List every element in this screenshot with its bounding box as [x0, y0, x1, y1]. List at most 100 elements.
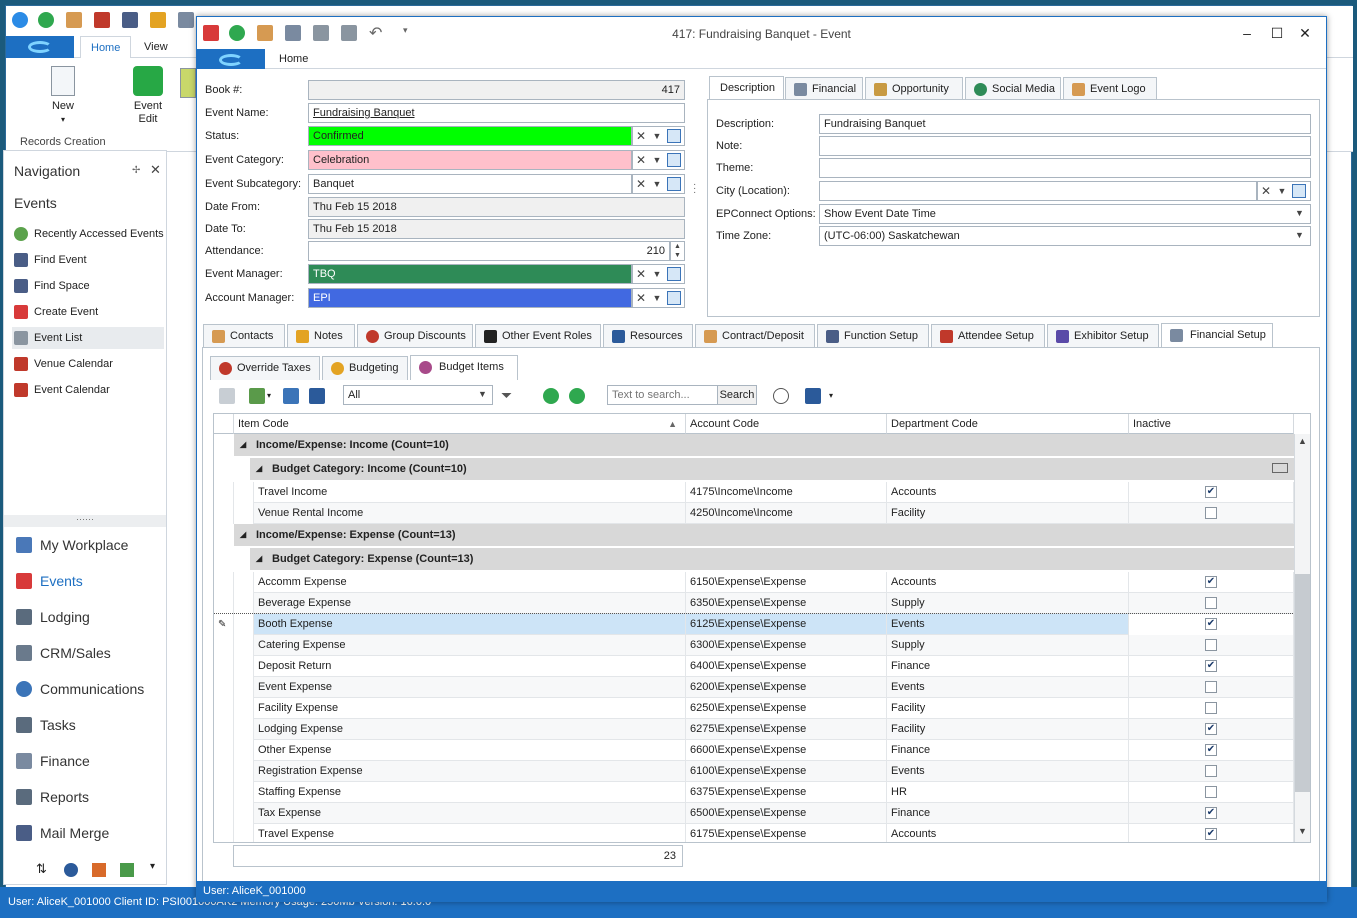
- attendance-spinner[interactable]: ▲ ▼: [670, 241, 685, 261]
- clear-icon[interactable]: ✕: [634, 291, 648, 305]
- collapse-icon[interactable]: ◢: [240, 524, 246, 546]
- chevron-down-icon[interactable]: ▼: [650, 291, 664, 305]
- cell-item-code[interactable]: Booth Expense: [254, 614, 686, 635]
- window-app-menu-button[interactable]: [197, 49, 265, 69]
- cell-item-code[interactable]: Travel Expense: [254, 824, 686, 842]
- tab-home[interactable]: Home: [279, 49, 308, 69]
- cell-account-code[interactable]: 6100\Expense\Expense: [686, 761, 887, 782]
- cell-department-code[interactable]: Facility: [887, 719, 1129, 740]
- cell-item-code[interactable]: Event Expense: [254, 677, 686, 698]
- module-reports[interactable]: Reports: [14, 783, 164, 811]
- chevron-down-icon[interactable]: ▼: [1275, 184, 1289, 198]
- splitter-handle[interactable]: ······: [4, 515, 166, 527]
- cell-department-code[interactable]: Accounts: [887, 824, 1129, 842]
- clear-icon[interactable]: ✕: [634, 177, 648, 191]
- scroll-up-icon[interactable]: ▲: [1298, 436, 1307, 446]
- tab-exhibitor-setup[interactable]: Exhibitor Setup: [1047, 324, 1159, 348]
- cell-item-code[interactable]: Staffing Expense: [254, 782, 686, 803]
- chevron-down-icon[interactable]: ▼: [650, 267, 664, 281]
- table-row[interactable]: Accomm Expense 6150\Expense\Expense Accoun…: [214, 572, 1294, 593]
- attendance-field[interactable]: 210: [308, 241, 670, 261]
- row-indicator[interactable]: [214, 761, 234, 782]
- table-row[interactable]: ✎ Booth Expense 6125\Expense\Expense Events…: [214, 613, 1295, 636]
- document-icon[interactable]: [150, 12, 166, 28]
- inactive-checkbox[interactable]: [1205, 597, 1217, 609]
- note-field[interactable]: [819, 136, 1311, 156]
- inactive-checkbox[interactable]: ✔: [1205, 660, 1217, 672]
- cell-item-code[interactable]: Other Expense: [254, 740, 686, 761]
- subgroup-row[interactable]: ◢ Budget Category: Expense (Count=13): [250, 548, 1294, 570]
- cell-account-code[interactable]: 6200\Expense\Expense: [686, 677, 887, 698]
- cell-department-code[interactable]: Events: [887, 761, 1129, 782]
- event-edit-button[interactable]: Event Edit: [130, 66, 166, 126]
- cell-account-code[interactable]: 6350\Expense\Expense: [686, 593, 887, 614]
- cell-department-code[interactable]: Accounts: [887, 572, 1129, 593]
- module-lodging[interactable]: Lodging: [14, 603, 164, 631]
- tab-other-event-roles[interactable]: Other Event Roles: [475, 324, 601, 348]
- module-crm-sales[interactable]: CRM/Sales: [14, 639, 164, 667]
- minimize-button[interactable]: –: [1237, 23, 1257, 43]
- cell-account-code[interactable]: 6400\Expense\Expense: [686, 656, 887, 677]
- chevron-down-icon[interactable]: ▼: [478, 389, 487, 399]
- table-row[interactable]: Registration Expense 6100\Expense\Expense…: [214, 761, 1294, 782]
- tab-budget-items[interactable]: Budget Items: [410, 355, 518, 380]
- collapse-icon[interactable]: ◢: [256, 458, 262, 480]
- app-logo-icon[interactable]: [12, 12, 28, 28]
- cell-account-code[interactable]: 6250\Expense\Expense: [686, 698, 887, 719]
- clear-icon[interactable]: ✕: [634, 129, 648, 143]
- column-header-inactive[interactable]: Inactive: [1129, 414, 1294, 434]
- tab-budgeting[interactable]: Budgeting: [322, 356, 408, 380]
- inactive-checkbox[interactable]: ✔: [1205, 486, 1217, 498]
- table-row[interactable]: Beverage Expense 6350\Expense\Expense Supp…: [214, 593, 1294, 614]
- find-icon[interactable]: [773, 388, 789, 404]
- table-row[interactable]: Facility Expense 6250\Expense\Expense Faci…: [214, 698, 1294, 719]
- module-communications[interactable]: Communications: [14, 675, 164, 703]
- row-indicator[interactable]: [214, 656, 234, 677]
- cell-item-code[interactable]: Venue Rental Income: [254, 503, 686, 524]
- group-row[interactable]: ◢ Income/Expense: Income (Count=10): [234, 434, 1294, 456]
- search-button[interactable]: Search: [717, 385, 757, 405]
- cell-department-code[interactable]: Finance: [887, 740, 1129, 761]
- nav-item-event-list[interactable]: Event List: [12, 327, 164, 349]
- table-row[interactable]: Venue Rental Income 4250\Income\Income Fac…: [214, 503, 1294, 524]
- tab-opportunity[interactable]: Opportunity: [865, 77, 963, 101]
- group-summary-icon[interactable]: [1272, 463, 1288, 473]
- export-icon[interactable]: [805, 388, 821, 404]
- cell-item-code[interactable]: Catering Expense: [254, 635, 686, 656]
- inactive-checkbox[interactable]: [1205, 639, 1217, 651]
- row-indicator[interactable]: [214, 593, 234, 614]
- column-header-account-code[interactable]: Account Code: [686, 414, 887, 434]
- event-name-field[interactable]: Fundraising Banquet: [308, 103, 685, 123]
- row-indicator[interactable]: [214, 572, 234, 593]
- close-button[interactable]: ✕: [1295, 23, 1315, 43]
- column-header-department-code[interactable]: Department Code: [887, 414, 1129, 434]
- inactive-checkbox[interactable]: ✔: [1205, 576, 1217, 588]
- cell-account-code[interactable]: 6150\Expense\Expense: [686, 572, 887, 593]
- row-indicator[interactable]: [214, 803, 234, 824]
- clear-icon[interactable]: ✕: [1259, 184, 1273, 198]
- cell-account-code[interactable]: 6600\Expense\Expense: [686, 740, 887, 761]
- inactive-checkbox[interactable]: [1205, 786, 1217, 798]
- tab-function-setup[interactable]: Function Setup: [817, 324, 929, 348]
- cell-account-code[interactable]: 6500\Expense\Expense: [686, 803, 887, 824]
- edit-list-icon[interactable]: [667, 153, 681, 167]
- cell-department-code[interactable]: Supply: [887, 635, 1129, 656]
- cell-account-code[interactable]: 6375\Expense\Expense: [686, 782, 887, 803]
- chevron-down-icon[interactable]: ▼: [650, 177, 664, 191]
- edit-list-icon[interactable]: [667, 267, 681, 281]
- search-input[interactable]: [607, 385, 719, 405]
- cell-item-code[interactable]: Facility Expense: [254, 698, 686, 719]
- tab-description[interactable]: Description: [709, 76, 784, 101]
- chevron-down-icon[interactable]: ▾: [267, 391, 271, 400]
- cell-department-code[interactable]: Supply: [887, 593, 1129, 614]
- close-icon[interactable]: ✕: [150, 162, 161, 178]
- inactive-checkbox[interactable]: ✔: [1205, 744, 1217, 756]
- row-indicator[interactable]: [214, 482, 234, 503]
- description-field[interactable]: Fundraising Banquet: [819, 114, 1311, 134]
- module-tasks[interactable]: Tasks: [14, 711, 164, 739]
- row-indicator[interactable]: [214, 740, 234, 761]
- event-manager-field[interactable]: TBQ: [308, 264, 632, 284]
- cell-item-code[interactable]: Deposit Return: [254, 656, 686, 677]
- cell-department-code[interactable]: Facility: [887, 698, 1129, 719]
- sort-icon[interactable]: ⇅: [36, 861, 47, 877]
